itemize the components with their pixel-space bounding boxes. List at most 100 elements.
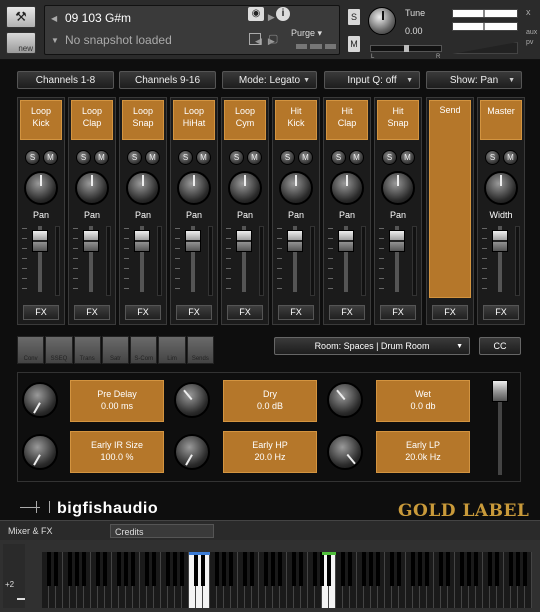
master-fader[interactable]	[492, 230, 508, 252]
fx-module-tab[interactable]: Trans	[73, 336, 101, 364]
channel-name-pad[interactable]: Hit Kick	[275, 100, 317, 140]
black-key[interactable]	[292, 552, 296, 586]
black-key[interactable]	[201, 552, 205, 586]
channel-fx-button[interactable]: FX	[227, 305, 263, 320]
fx-module-tab[interactable]: Lim	[158, 336, 186, 364]
black-key[interactable]	[152, 552, 156, 586]
black-key[interactable]	[467, 552, 471, 586]
tab-mixer-fx[interactable]: Mixer & FX	[4, 524, 104, 538]
channel-solo-button[interactable]: S	[127, 150, 142, 165]
black-key[interactable]	[460, 552, 464, 586]
black-key[interactable]	[362, 552, 366, 586]
octave-down-icon[interactable]	[17, 598, 25, 600]
black-key[interactable]	[278, 552, 282, 586]
channel-solo-button[interactable]: S	[76, 150, 91, 165]
send-pad[interactable]: Send	[429, 100, 471, 298]
channel-fader[interactable]	[287, 230, 303, 252]
early-ir-size-knob[interactable]	[22, 434, 58, 470]
black-key[interactable]	[82, 552, 86, 586]
channel-fx-button[interactable]: FX	[125, 305, 161, 320]
black-key[interactable]	[264, 552, 268, 586]
channel-mute-button[interactable]: M	[94, 150, 109, 165]
early-lp-pad[interactable]: Early LP 20.0k Hz	[376, 431, 470, 473]
pv-label[interactable]: pv	[526, 39, 533, 46]
channel-fx-button[interactable]: FX	[23, 305, 59, 320]
black-key[interactable]	[369, 552, 373, 586]
mode-dropdown[interactable]: Mode: Legato ▼	[222, 71, 317, 89]
channel-fader[interactable]	[338, 230, 354, 252]
fx-module-tab[interactable]: SSEQ	[45, 336, 73, 364]
fx-output-fader[interactable]	[492, 380, 508, 402]
channel-mute-button[interactable]: M	[43, 150, 58, 165]
dry-pad[interactable]: Dry 0.0 dB	[223, 380, 317, 422]
cc-button[interactable]: CC	[479, 337, 521, 355]
black-key[interactable]	[75, 552, 79, 586]
channel-solo-button[interactable]: S	[280, 150, 295, 165]
black-key[interactable]	[173, 552, 177, 586]
pre-delay-knob[interactable]	[22, 382, 58, 418]
save-snapshot-icon[interactable]	[249, 33, 261, 45]
channel-mute-button[interactable]: M	[400, 150, 415, 165]
black-key[interactable]	[376, 552, 380, 586]
black-key[interactable]	[418, 552, 422, 586]
instrument-pan-slider[interactable]	[370, 45, 442, 52]
fx-module-tab[interactable]: Conv	[17, 336, 45, 364]
black-key[interactable]	[446, 552, 450, 586]
pan-knob[interactable]	[24, 171, 58, 205]
early-hp-pad[interactable]: Early HP 20.0 Hz	[223, 431, 317, 473]
black-key[interactable]	[47, 552, 51, 586]
channel-name-pad[interactable]: Loop Kick	[20, 100, 62, 140]
solo-button[interactable]: S	[348, 9, 360, 25]
dry-knob[interactable]	[174, 382, 210, 418]
channel-name-pad[interactable]: Loop HiHat	[173, 100, 215, 140]
pan-knob[interactable]	[381, 171, 415, 205]
black-key[interactable]	[124, 552, 128, 586]
pre-delay-pad[interactable]: Pre Delay 0.00 ms	[70, 380, 164, 422]
channel-fader[interactable]	[185, 230, 201, 252]
channel-solo-button[interactable]: S	[382, 150, 397, 165]
black-key[interactable]	[145, 552, 149, 586]
trash-icon[interactable]: ▢	[268, 32, 278, 45]
black-key[interactable]	[180, 552, 184, 586]
black-key[interactable]	[488, 552, 492, 586]
new-button[interactable]: new	[6, 32, 36, 54]
pan-knob[interactable]	[126, 171, 160, 205]
black-key[interactable]	[390, 552, 394, 586]
black-key[interactable]	[194, 552, 198, 586]
close-icon[interactable]: x	[526, 7, 531, 17]
black-key[interactable]	[509, 552, 513, 586]
black-key[interactable]	[397, 552, 401, 586]
tune-knob[interactable]	[368, 7, 396, 35]
master-mute-button[interactable]: M	[503, 150, 518, 165]
instrument-volume-slider[interactable]	[452, 42, 518, 54]
channel-fx-button[interactable]: FX	[278, 305, 314, 320]
black-key[interactable]	[320, 552, 324, 586]
tab-channels-9-16[interactable]: Channels 9-16	[119, 71, 216, 89]
black-key[interactable]	[131, 552, 135, 586]
black-key[interactable]	[166, 552, 170, 586]
wrench-icon[interactable]: ⚒	[6, 6, 36, 28]
send-fx-button[interactable]: FX	[432, 305, 468, 320]
black-key[interactable]	[495, 552, 499, 586]
instrument-nav-arrows[interactable]: ◀▶	[255, 12, 339, 23]
input-q-dropdown[interactable]: Input Q: off ▼	[324, 71, 420, 89]
show-dropdown[interactable]: Show: Pan ▼	[426, 71, 522, 89]
channel-mute-button[interactable]: M	[247, 150, 262, 165]
black-key[interactable]	[229, 552, 233, 586]
fx-module-tab[interactable]: Satr	[101, 336, 130, 364]
black-key[interactable]	[68, 552, 72, 586]
fx-module-tab[interactable]: S-Com	[130, 336, 158, 364]
black-key[interactable]	[54, 552, 58, 586]
pan-knob[interactable]	[330, 171, 364, 205]
channel-fader[interactable]	[83, 230, 99, 252]
black-key[interactable]	[411, 552, 415, 586]
channel-fx-button[interactable]: FX	[176, 305, 212, 320]
octave-control[interactable]: +2	[3, 544, 25, 608]
black-key[interactable]	[96, 552, 100, 586]
tab-credits[interactable]: Credits	[110, 524, 214, 538]
pan-knob[interactable]	[279, 171, 313, 205]
early-ir-size-pad[interactable]: Early IR Size 100.0 %	[70, 431, 164, 473]
black-key[interactable]	[439, 552, 443, 586]
master-fx-button[interactable]: FX	[483, 305, 519, 320]
pan-knob[interactable]	[75, 171, 109, 205]
